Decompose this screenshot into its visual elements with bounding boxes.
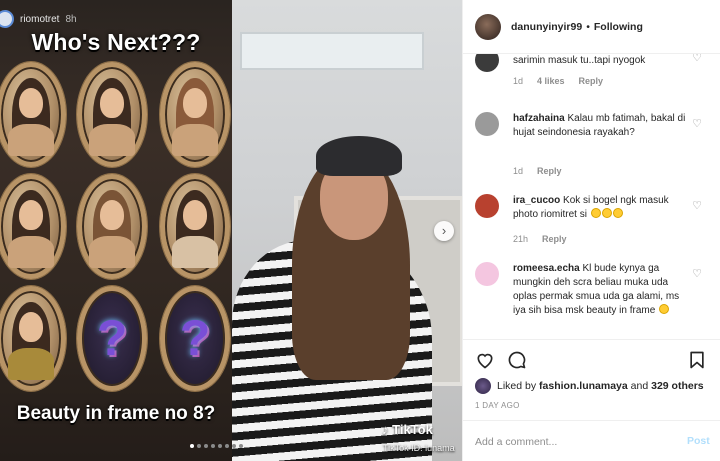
video-frame: [232, 0, 462, 461]
tiktok-watermark: ♪ TikTok: [382, 422, 433, 437]
comment-list[interactable]: sarimin masuk tu..tapi nyogok 1d 4 likes…: [463, 54, 720, 339]
add-comment-bar: Post: [463, 420, 720, 461]
post-comment-button[interactable]: Post: [687, 435, 710, 447]
comment-meta: 1d Reply: [513, 166, 562, 176]
comment-meta: 21h Reply: [513, 234, 567, 244]
portrait-frame: [160, 174, 230, 279]
post-header: danunyinyir99 • Following: [463, 0, 720, 54]
action-bar: [463, 339, 720, 369]
comment-age: 21h: [513, 234, 529, 244]
grin-emoji-icon: [612, 208, 623, 218]
story-title: Who's Next???: [31, 29, 201, 55]
header-separator: •: [586, 20, 590, 33]
story-time: 8h: [65, 13, 77, 25]
liker-username[interactable]: fashion.lunamaya: [539, 380, 628, 392]
commenter-username[interactable]: romeesa.echa: [513, 263, 580, 274]
story-username: riomotret: [20, 13, 60, 25]
comment-bubble-icon[interactable]: [507, 350, 529, 372]
carousel-dot: [225, 444, 229, 448]
carousel-dot: [232, 444, 236, 448]
post-sidebar: danunyinyir99 • Following sarimin masuk …: [462, 0, 720, 461]
liker-avatar[interactable]: [475, 378, 491, 394]
chevron-right-icon: ›: [441, 223, 447, 238]
comment-age: 1d: [513, 166, 524, 176]
story-avatar: [0, 10, 14, 28]
story-caption: Beauty in frame no 8?: [16, 403, 216, 424]
next-slide-button[interactable]: ›: [434, 221, 454, 241]
carousel-dot: [190, 444, 194, 448]
instagram-post: riomotret 8h Who's Next??? ? ? Beauty in…: [0, 0, 720, 461]
commenter-username[interactable]: ira_cucoo: [513, 195, 560, 206]
story-screenshot: riomotret 8h Who's Next??? ? ? Beauty in…: [0, 0, 232, 461]
post-media[interactable]: riomotret 8h Who's Next??? ? ? Beauty in…: [0, 0, 462, 461]
portrait-frame: [77, 62, 147, 167]
heart-icon[interactable]: ♡: [691, 200, 703, 212]
author-avatar[interactable]: [475, 13, 501, 40]
grin-emoji-icon: [590, 208, 601, 218]
carousel-dot: [204, 444, 208, 448]
carousel-dot: [211, 444, 215, 448]
comment-meta: 1d 4 likes Reply: [513, 76, 603, 86]
likes-summary: Liked by fashion.lunamaya and 329 others: [475, 378, 704, 394]
commenter-avatar[interactable]: [475, 194, 499, 218]
reply-button[interactable]: Reply: [537, 166, 562, 176]
reply-button[interactable]: Reply: [579, 76, 604, 86]
commenter-avatar[interactable]: [475, 112, 499, 136]
commenter-avatar[interactable]: [475, 54, 499, 72]
mystery-frame: ?: [77, 286, 147, 391]
portrait-frame: [0, 286, 66, 391]
comment-likes-count[interactable]: 4 likes: [537, 76, 565, 86]
tiktok-id: TikTok ID: lunama: [383, 443, 455, 453]
commenter-username[interactable]: hafzahaina: [513, 113, 565, 124]
likes-joiner: and: [630, 380, 649, 392]
post-date: 1 DAY AGO: [475, 401, 520, 410]
story-header: riomotret 8h: [0, 10, 77, 28]
heart-icon[interactable]: ♡: [691, 268, 703, 280]
mystery-frame: ?: [160, 286, 230, 391]
comment-input[interactable]: [475, 433, 675, 451]
portrait-frame: [160, 62, 230, 167]
comment-text: romeesa.echa Kl bude kynya ga mungkin de…: [513, 263, 680, 316]
like-heart-icon[interactable]: [475, 350, 497, 372]
carousel-dot: [239, 444, 243, 448]
comment-text: ira_cucoo Kok si bogel ngk masuk photo r…: [513, 195, 669, 220]
following-button[interactable]: Following: [594, 21, 643, 33]
carousel-dot: [197, 444, 201, 448]
question-mark-icon: ?: [96, 310, 128, 366]
heart-icon[interactable]: ♡: [691, 118, 703, 130]
comment-age: 1d: [513, 76, 524, 86]
likes-count[interactable]: 329 others: [651, 380, 704, 392]
portrait-frame: [0, 62, 66, 167]
portrait-frame: [0, 174, 66, 279]
likes-prefix: Liked by: [497, 380, 537, 392]
comment-text: sarimin masuk tu..tapi nyogok: [513, 55, 646, 66]
bookmark-icon[interactable]: [687, 350, 709, 372]
author-username[interactable]: danunyinyir99: [511, 21, 582, 33]
commenter-avatar[interactable]: [475, 262, 499, 286]
comment-text: hafzahaina Kalau mb fatimah, bakal di hu…: [513, 113, 686, 138]
question-mark-icon: ?: [179, 310, 211, 366]
ceiling-light: [240, 32, 424, 70]
grin-emoji-icon: [601, 208, 612, 218]
heart-icon[interactable]: ♡: [691, 54, 703, 64]
carousel-dots: [190, 444, 243, 448]
carousel-dot: [218, 444, 222, 448]
person-hat: [316, 136, 402, 176]
reply-button[interactable]: Reply: [542, 234, 567, 244]
tears-of-joy-emoji-icon: [659, 304, 670, 314]
portrait-frame: [77, 174, 147, 279]
